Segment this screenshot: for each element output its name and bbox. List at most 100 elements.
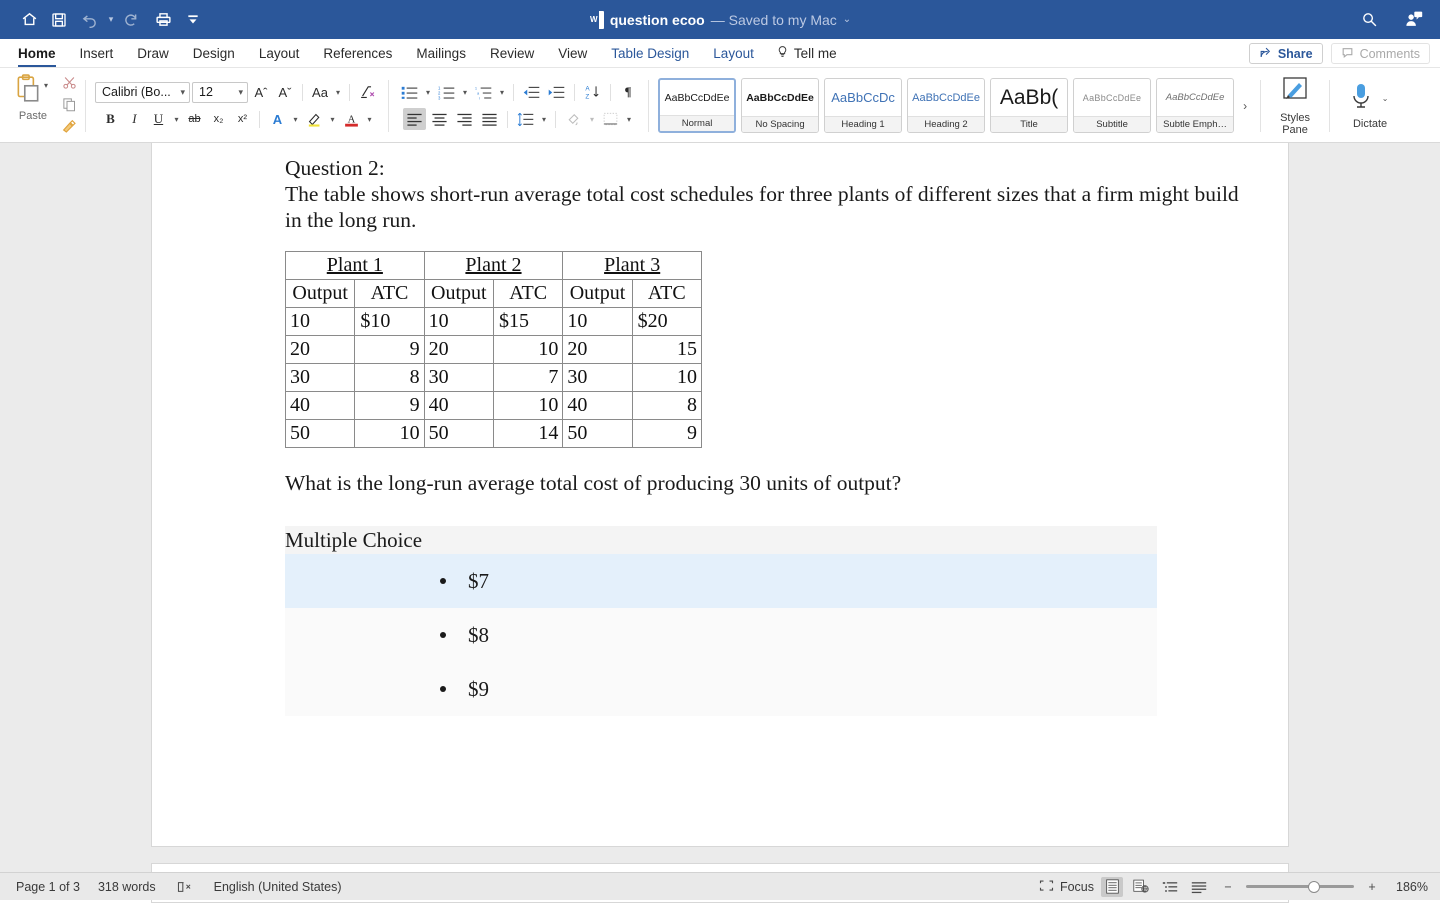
customize-toolbar-icon[interactable]: [178, 5, 208, 35]
borders-dropdown-icon[interactable]: ▾: [624, 108, 634, 130]
style-subtitle[interactable]: AaBbCcDdEe Subtitle: [1073, 78, 1152, 133]
tab-home[interactable]: Home: [6, 39, 68, 68]
paste-dropdown-icon[interactable]: ▾: [41, 74, 51, 96]
cost-schedule-table[interactable]: Plant 1 Plant 2 Plant 3 Output ATC Outpu…: [284, 251, 703, 448]
bold-button[interactable]: B: [99, 108, 121, 130]
styles-pane-button[interactable]: Styles Pane: [1266, 68, 1324, 143]
share-button[interactable]: Share: [1248, 43, 1323, 64]
tab-design[interactable]: Design: [181, 39, 247, 68]
tell-me-button[interactable]: Tell me: [766, 44, 847, 62]
style-subtle-emphasis[interactable]: AaBbCcDdEe Subtle Emph…: [1156, 78, 1235, 133]
tab-table-design[interactable]: Table Design: [599, 39, 701, 68]
zoom-out-button[interactable]: −: [1217, 877, 1239, 897]
tab-references[interactable]: References: [311, 39, 404, 68]
language-indicator[interactable]: English (United States): [214, 880, 342, 894]
web-layout-icon[interactable]: [1130, 877, 1152, 897]
text-effects-icon[interactable]: A: [266, 108, 288, 130]
choice-option-3[interactable]: $9: [285, 662, 1157, 716]
word-count[interactable]: 318 words: [98, 880, 156, 894]
proofing-icon[interactable]: [174, 877, 196, 897]
style-normal[interactable]: AaBbCcDdEe Normal: [658, 78, 737, 133]
tab-view[interactable]: View: [546, 39, 599, 68]
subscript-button[interactable]: x₂: [207, 108, 229, 130]
align-center-icon[interactable]: [428, 108, 451, 130]
scissors-icon[interactable]: [58, 72, 80, 92]
styles-more-icon[interactable]: ›: [1239, 99, 1251, 113]
line-spacing-icon[interactable]: [514, 108, 537, 130]
choice-option-1[interactable]: $7: [285, 554, 1157, 608]
underline-dropdown-icon[interactable]: ▾: [171, 108, 181, 130]
style-heading-1[interactable]: AaBbCcDc Heading 1: [824, 78, 903, 133]
document-page-1[interactable]: Question 2: The table shows short-run av…: [151, 143, 1289, 847]
print-layout-icon[interactable]: [1101, 876, 1123, 897]
bullet-list-dropdown-icon[interactable]: ▾: [423, 81, 433, 103]
tab-mailings[interactable]: Mailings: [404, 39, 478, 68]
font-size-combo[interactable]: 12 ▾: [192, 81, 248, 103]
clear-formatting-icon[interactable]: [356, 81, 379, 103]
highlight-icon[interactable]: [303, 108, 326, 130]
change-case-icon[interactable]: Aa: [309, 81, 331, 103]
tab-draw[interactable]: Draw: [125, 39, 181, 68]
tab-table-layout[interactable]: Layout: [701, 39, 766, 68]
style-heading-2[interactable]: AaBbCcDdEе Heading 2: [907, 78, 986, 133]
zoom-handle[interactable]: [1308, 880, 1320, 893]
print-icon[interactable]: [148, 5, 178, 35]
choice-option-2[interactable]: $8: [285, 608, 1157, 662]
sort-icon[interactable]: AZ: [581, 81, 604, 103]
show-marks-icon[interactable]: ¶: [617, 81, 639, 103]
increase-indent-icon[interactable]: [545, 81, 568, 103]
font-color-icon[interactable]: A: [340, 108, 363, 130]
italic-button[interactable]: I: [123, 108, 145, 130]
justify-icon[interactable]: [478, 108, 501, 130]
format-painter-icon[interactable]: [58, 116, 80, 136]
outline-icon[interactable]: [1159, 877, 1181, 897]
draft-icon[interactable]: [1188, 877, 1210, 897]
undo-dropdown-icon[interactable]: ▾: [104, 5, 118, 35]
decrease-indent-icon[interactable]: [520, 81, 543, 103]
focus-button[interactable]: Focus: [1039, 879, 1094, 895]
shrink-font-icon[interactable]: Aˇ: [274, 81, 296, 103]
style-title[interactable]: AaBb( Title: [990, 78, 1069, 133]
tab-review[interactable]: Review: [478, 39, 546, 68]
text-effects-dropdown-icon[interactable]: ▾: [290, 108, 300, 130]
redo-icon[interactable]: [118, 5, 148, 35]
zoom-in-button[interactable]: +: [1361, 877, 1383, 897]
align-right-icon[interactable]: [453, 108, 476, 130]
highlight-dropdown-icon[interactable]: ▾: [328, 108, 338, 130]
tab-layout[interactable]: Layout: [247, 39, 312, 68]
shading-icon[interactable]: [562, 108, 585, 130]
dictate-dropdown-icon[interactable]: ⌄: [1379, 87, 1392, 109]
comments-button[interactable]: Comments: [1330, 43, 1430, 64]
copy-icon[interactable]: [58, 94, 80, 114]
document-chip[interactable]: question ecoo — Saved to my Mac ⌄: [588, 10, 851, 29]
home-icon[interactable]: [14, 5, 44, 35]
tab-insert[interactable]: Insert: [68, 39, 126, 68]
document-area[interactable]: Question 2: The table shows short-run av…: [0, 143, 1440, 903]
numbered-list-icon[interactable]: 123: [435, 81, 458, 103]
borders-icon[interactable]: [599, 108, 622, 130]
paste-button[interactable]: ▾ Paste: [10, 68, 56, 122]
zoom-level[interactable]: 186%: [1390, 880, 1428, 894]
strikethrough-button[interactable]: ab: [183, 108, 205, 130]
multilevel-list-dropdown-icon[interactable]: ▾: [497, 81, 507, 103]
multilevel-list-icon[interactable]: 1ai: [472, 81, 495, 103]
numbered-list-dropdown-icon[interactable]: ▾: [460, 81, 470, 103]
superscript-button[interactable]: x²: [231, 108, 253, 130]
grow-font-icon[interactable]: Aˆ: [250, 81, 272, 103]
undo-icon[interactable]: [74, 5, 104, 35]
line-spacing-dropdown-icon[interactable]: ▾: [539, 108, 549, 130]
font-name-combo[interactable]: Calibri (Bo... ▾: [95, 81, 190, 103]
style-no-spacing[interactable]: AaBbCcDdEe No Spacing: [741, 78, 820, 133]
font-color-dropdown-icon[interactable]: ▾: [365, 108, 375, 130]
chevron-down-icon[interactable]: ⌄: [843, 14, 851, 25]
search-icon[interactable]: [1354, 5, 1384, 35]
zoom-slider[interactable]: [1246, 880, 1354, 894]
align-left-icon[interactable]: [403, 108, 427, 130]
bullet-list-icon[interactable]: [398, 81, 421, 103]
dictate-button[interactable]: ⌄ Dictate: [1335, 68, 1405, 143]
page-indicator[interactable]: Page 1 of 3: [16, 880, 80, 894]
change-case-dropdown-icon[interactable]: ▾: [333, 81, 343, 103]
underline-button[interactable]: U: [147, 108, 169, 130]
collaborate-icon[interactable]: [1398, 5, 1428, 35]
shading-dropdown-icon[interactable]: ▾: [587, 108, 597, 130]
